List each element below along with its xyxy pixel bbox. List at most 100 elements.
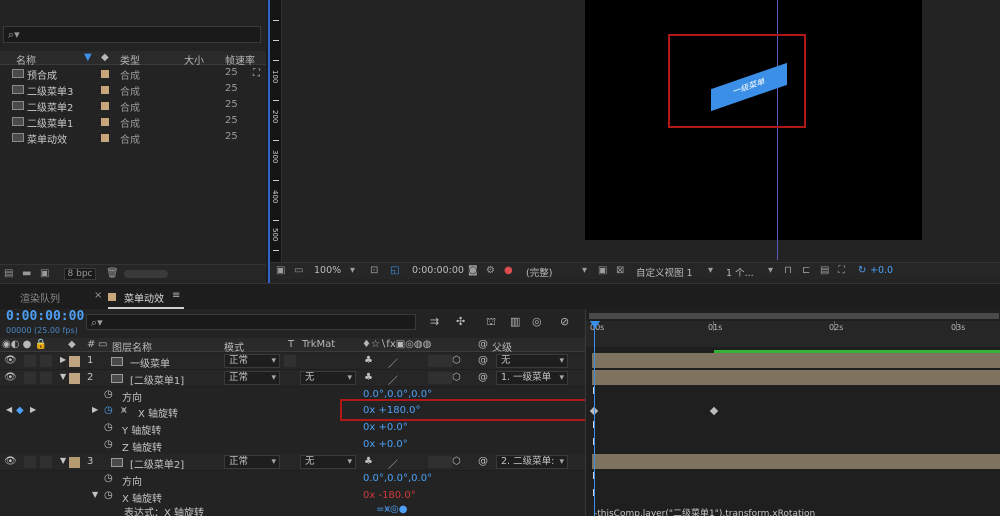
label-swatch[interactable] [69,356,80,367]
column-trkmat[interactable]: TrkMat [302,339,335,350]
snapshot-icon[interactable]: ⊏ [802,265,810,276]
property-value[interactable]: 0x -180.0° [363,490,416,501]
panel-menu-icon[interactable]: ≡ [172,290,180,301]
zoom-select[interactable]: 100% [314,265,341,276]
prev-keyframe-icon[interactable]: ◀ [6,405,12,414]
stopwatch-icon[interactable]: ◷ [104,473,113,484]
add-keyframe-icon[interactable]: ◆ [16,405,24,416]
comp-mini-flowchart-icon[interactable]: ⇉ [430,315,439,328]
project-item[interactable]: 二级菜单3 合成 25 [0,82,266,98]
trash-icon[interactable]: 🗑 [106,268,119,279]
visibility-eye-icon[interactable]: 👁 [4,372,17,383]
label-swatch[interactable] [69,457,80,468]
shy-switch-icon[interactable]: ♣ [364,372,373,383]
project-item[interactable]: 菜单动效 合成 25 [0,130,266,146]
column-name[interactable]: 名称 [16,52,36,67]
layer-duration-bar[interactable] [592,370,1000,385]
layer-name[interactable]: [二级菜单1] [130,372,184,387]
shy-layers-icon[interactable]: ⛫ [486,315,496,330]
grid-icon[interactable]: ▤ [820,265,829,276]
flowchart-icon[interactable]: ⛶ [838,265,845,276]
label-swatch[interactable] [69,373,80,384]
work-area-bar[interactable] [589,313,999,319]
layer-search-input[interactable]: ⌕▾ [86,314,416,330]
label-swatch[interactable] [101,86,109,94]
av-switches-icon[interactable]: ◉◐ ● 🔒 [2,339,47,350]
layer-duration-bar[interactable] [592,353,1000,368]
stopwatch-active-icon[interactable]: ◷ [104,405,113,416]
trkmat-select[interactable]: 无 ▾ [300,371,356,385]
blend-mode-select[interactable]: 正常 ▾ [224,354,280,368]
viewer-timecode[interactable]: 0:00:00:00 [412,265,464,276]
transparency-grid-icon[interactable]: ⊠ [616,265,624,276]
column-parent[interactable]: 父级 [492,339,512,354]
playhead-handle[interactable] [590,321,600,329]
view-select[interactable]: 自定义视图 1 [636,265,693,279]
region-of-interest-icon[interactable]: ◱ [390,265,399,276]
current-time-display[interactable]: 0:00:00:00 [6,309,84,324]
layer-row[interactable]: 👁 ▼ 3 [二级菜单2] 正常 ▾ 无 ▾ ♣ ／ ⬡ @ 2. 二级菜单: ▾ [0,454,585,471]
property-value[interactable]: 0x +0.0° [363,422,408,433]
tab-render-queue[interactable]: 渲染队列 [20,290,60,305]
draft-3d-icon[interactable]: ✣ [456,315,465,328]
stopwatch-icon[interactable]: ◷ [104,422,113,433]
label-tag-icon[interactable]: ◆ [68,339,76,350]
label-swatch[interactable] [101,118,109,126]
parent-select[interactable]: 2. 二级菜单: ▾ [496,455,568,469]
parent-select[interactable]: 1. 一级菜单 ▾ [496,371,568,385]
label-swatch[interactable] [101,134,109,142]
resolution-select[interactable]: (完整) [526,265,552,279]
property-value[interactable]: 0x +0.0° [363,439,408,450]
layer-name[interactable]: 一级菜单 [130,355,170,370]
label-swatch[interactable] [101,70,109,78]
trkmat-select[interactable]: 无 ▾ [300,455,356,469]
project-item[interactable]: 二级菜单1 合成 25 [0,114,266,130]
stopwatch-icon[interactable]: ◷ [104,490,113,501]
chevron-down-icon[interactable]: ▾ [582,265,587,276]
color-channel-icon[interactable]: ● [504,265,513,276]
column-framerate[interactable]: 帧速率 [225,52,255,67]
interpret-footage-icon[interactable]: ▤ [4,268,13,279]
layer-name[interactable]: [二级菜单2] [130,456,184,471]
quality-switch-icon[interactable]: ／ [388,456,398,471]
visibility-eye-icon[interactable]: 👁 [4,355,17,366]
3d-layer-icon[interactable]: ⬡ [452,372,461,383]
label-swatch[interactable] [101,102,109,110]
blend-mode-select[interactable]: 正常 ▾ [224,371,280,385]
3d-layer-icon[interactable]: ⬡ [452,355,461,366]
frame-blending-icon[interactable]: ▥ [510,315,520,328]
shy-switch-icon[interactable]: ♣ [364,355,373,366]
collapse-arrow-icon[interactable]: ▼ [60,456,66,465]
expand-arrow-icon[interactable]: ▶ [60,355,66,364]
pickwhip-icon[interactable]: @ [478,456,488,467]
quality-switch-icon[interactable]: ／ [388,372,398,387]
layer-row[interactable]: 👁 ▶ 1 一级菜单 正常 ▾ ♣ ／ ⬡ @ 无 ▾ [0,353,585,370]
layer-duration-bar[interactable] [592,454,1000,469]
pickwhip-icon[interactable]: @ [478,372,488,383]
toggle-pixel-aspect-icon[interactable]: ⊓ [784,265,792,276]
playhead[interactable] [594,321,595,516]
new-composition-icon[interactable]: ▣ [40,268,49,279]
graph-editor-icon[interactable]: ⊘ [560,315,569,328]
expand-arrow-icon[interactable]: ▶ [92,405,98,414]
shy-switch-icon[interactable]: ♣ [364,456,373,467]
stopwatch-icon[interactable]: ◷ [104,439,113,450]
column-size[interactable]: 大小 [184,52,204,67]
blend-mode-select[interactable]: 正常 ▾ [224,455,280,469]
stopwatch-icon[interactable]: ◷ [104,389,113,400]
layer-row[interactable]: 👁 ▼ 2 [二级菜单1] 正常 ▾ 无 ▾ ♣ ／ ⬡ @ 1. 一级菜单 ▾ [0,370,585,387]
project-item[interactable]: 预合成 合成 25 [0,66,266,82]
label-tag-icon[interactable]: ◆ [101,52,109,63]
keyframe[interactable] [709,406,719,416]
pickwhip-icon[interactable]: @ [478,355,488,366]
project-search-input[interactable]: ⌕▾ [3,26,261,43]
quality-switch-icon[interactable]: ／ [388,355,398,370]
next-keyframe-icon[interactable]: ▶ [30,405,36,414]
time-ruler[interactable]: 00s 01s 02s 03s [586,321,1000,347]
always-preview-icon[interactable]: ▣ [276,265,285,276]
parent-select[interactable]: 无 ▾ [496,354,568,368]
collapse-arrow-icon[interactable]: ▼ [60,372,66,381]
monitor-icon[interactable]: ▭ [294,265,303,276]
property-row[interactable]: ◷ Y 轴旋转 0x +0.0° [0,420,585,437]
column-layer-name[interactable]: 图层名称 [112,339,152,354]
